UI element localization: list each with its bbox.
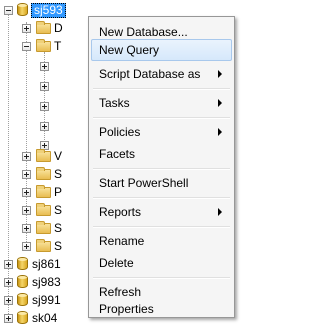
tree-node-label: S — [54, 203, 63, 217]
database-server-icon — [17, 257, 28, 270]
tree-node-folder[interactable]: S — [0, 166, 90, 182]
menu-item-label: New Query — [99, 43, 160, 57]
menu-item-label: Rename — [99, 234, 145, 248]
tree-node-server[interactable]: sj991 — [0, 292, 90, 308]
menu-item-properties[interactable]: Properties — [91, 298, 232, 320]
menu-separator — [93, 277, 230, 279]
folder-icon — [36, 167, 51, 180]
tree-node-folder[interactable]: D — [0, 20, 90, 36]
tree-node-label: V — [54, 149, 63, 163]
menu-item-reports[interactable]: Reports — [91, 201, 232, 223]
tree-node-table[interactable] — [0, 118, 90, 134]
tree-node-folder[interactable]: T — [0, 38, 90, 54]
submenu-arrow-icon — [218, 70, 222, 78]
tree-node-folder[interactable]: V — [0, 148, 90, 164]
menu-separator — [93, 197, 230, 199]
folder-icon — [36, 239, 51, 252]
expand-icon[interactable] — [22, 24, 31, 33]
menu-item-label: Start PowerShell — [99, 176, 189, 190]
menu-item-rename[interactable]: Rename — [91, 230, 232, 252]
folder-icon — [36, 185, 51, 198]
database-server-icon — [17, 293, 28, 306]
folder-icon — [36, 203, 51, 216]
expand-icon[interactable] — [22, 170, 31, 179]
expand-icon[interactable] — [40, 62, 49, 71]
database-server-icon — [17, 3, 28, 16]
tree-node-label: T — [54, 39, 62, 53]
tree-node-folder[interactable]: S — [0, 220, 90, 236]
tree-node-label: S — [54, 167, 63, 181]
menu-separator — [93, 88, 230, 90]
tree-node-label: S — [54, 239, 63, 253]
tree-node-label: sk04 — [32, 311, 58, 325]
expand-icon[interactable] — [22, 206, 31, 215]
menu-item-label: New Database... — [99, 25, 188, 39]
tree-node-label[interactable]: sj593 — [31, 3, 66, 18]
collapse-icon[interactable] — [4, 6, 13, 15]
menu-item-label: Script Database as — [99, 67, 201, 81]
menu-item-new-query[interactable]: New Query — [91, 39, 232, 61]
expand-icon[interactable] — [22, 224, 31, 233]
expand-icon[interactable] — [4, 260, 13, 269]
folder-icon — [36, 21, 51, 34]
menu-item-tasks[interactable]: Tasks — [91, 92, 232, 114]
database-server-icon — [17, 275, 28, 288]
tree-node-table[interactable] — [0, 78, 90, 94]
tree-node-folder[interactable]: S — [0, 202, 90, 218]
expand-icon[interactable] — [4, 278, 13, 287]
collapse-icon[interactable] — [22, 42, 31, 51]
context-menu: New Database... New Query Script Databas… — [88, 16, 235, 318]
menu-item-label: Policies — [99, 125, 141, 139]
menu-item-label: Properties — [99, 302, 154, 316]
submenu-arrow-icon — [218, 99, 222, 107]
folder-icon — [36, 221, 51, 234]
expand-icon[interactable] — [40, 122, 49, 131]
tree-node-label: sj991 — [32, 293, 61, 307]
folder-icon — [36, 149, 51, 162]
tree-node-label: sj861 — [32, 257, 61, 271]
menu-item-start-powershell[interactable]: Start PowerShell — [91, 172, 232, 194]
tree-node-server[interactable]: sk04 — [0, 310, 90, 326]
tree-node-server[interactable]: sj983 — [0, 274, 90, 290]
folder-icon — [36, 39, 51, 52]
tree-node-server[interactable]: sj861 — [0, 256, 90, 272]
menu-item-label: Refresh — [99, 285, 142, 299]
menu-item-delete[interactable]: Delete — [91, 252, 232, 274]
tree-node-table[interactable] — [0, 58, 90, 74]
menu-item-label: Tasks — [99, 96, 130, 110]
expand-icon[interactable] — [4, 296, 13, 305]
expand-icon[interactable] — [22, 152, 31, 161]
submenu-arrow-icon — [218, 208, 222, 216]
expand-icon[interactable] — [4, 314, 13, 323]
database-server-icon — [17, 311, 28, 324]
expand-icon[interactable] — [22, 188, 31, 197]
menu-item-label: Delete — [99, 256, 134, 270]
menu-item-facets[interactable]: Facets — [91, 143, 232, 165]
tree-node-label: sj983 — [32, 275, 61, 289]
tree-node-table[interactable] — [0, 98, 90, 114]
tree-node-label: D — [54, 21, 63, 35]
tree-node-label: S — [54, 221, 63, 235]
menu-separator — [93, 226, 230, 228]
tree-node-folder[interactable]: S — [0, 238, 90, 254]
menu-item-label: Reports — [99, 205, 142, 219]
expand-icon[interactable] — [22, 242, 31, 251]
expand-icon[interactable] — [40, 82, 49, 91]
expand-icon[interactable] — [40, 102, 49, 111]
menu-item-policies[interactable]: Policies — [91, 121, 232, 143]
menu-separator — [93, 117, 230, 119]
menu-item-script-database-as[interactable]: Script Database as — [91, 63, 232, 85]
menu-item-label: Facets — [99, 147, 136, 161]
submenu-arrow-icon — [218, 128, 222, 136]
tree-node-label: P — [54, 185, 63, 199]
tree-node-folder[interactable]: P — [0, 184, 90, 200]
menu-separator — [93, 168, 230, 170]
tree-node-root-server[interactable]: sj593 — [0, 2, 90, 18]
